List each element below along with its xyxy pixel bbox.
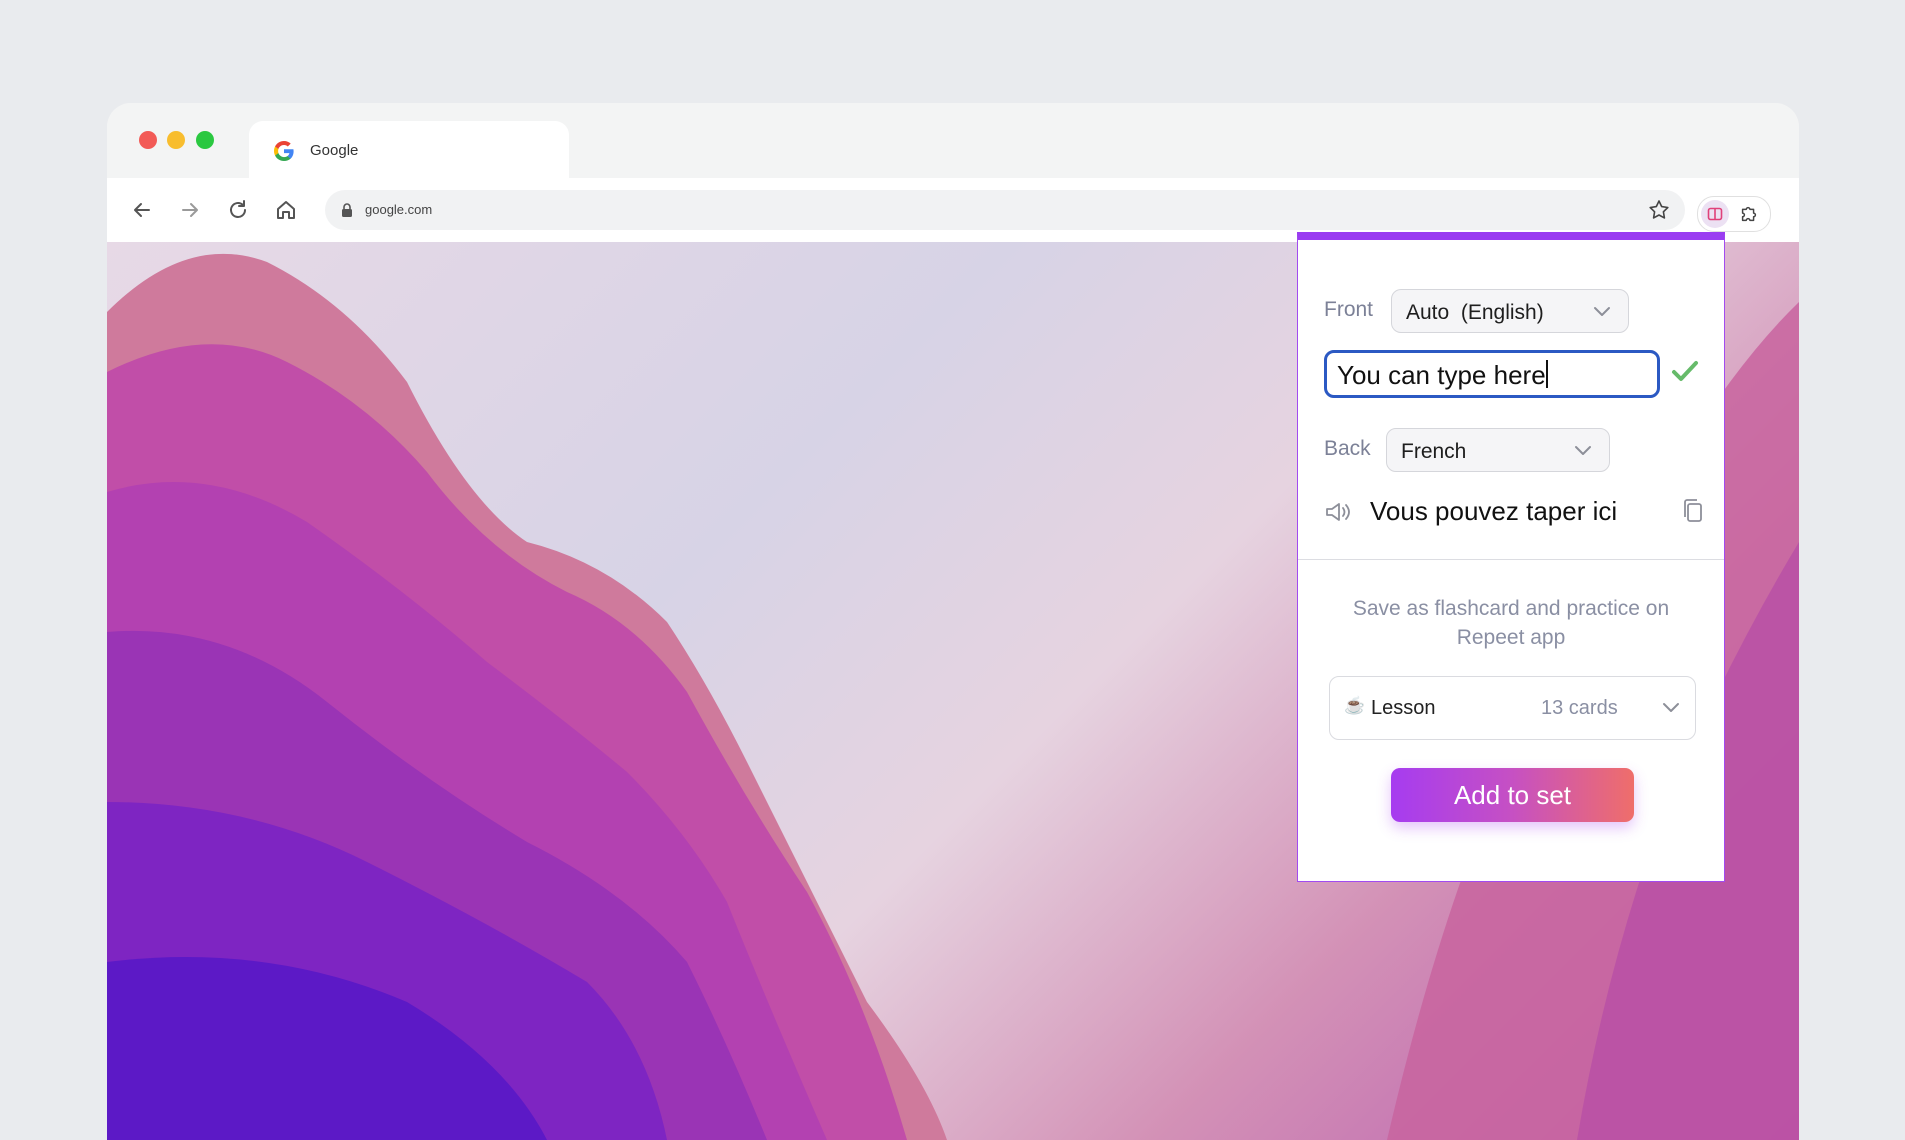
puzzle-icon[interactable] [1738,203,1760,225]
back-language-select[interactable]: French [1386,428,1610,472]
set-card-count: 13 cards [1541,697,1618,719]
google-icon [274,141,294,161]
tab-title: Google [310,142,359,159]
star-icon[interactable] [1647,198,1671,222]
minimize-window-button[interactable] [167,131,185,149]
front-text-input[interactable]: You can type here [1324,350,1660,398]
home-icon[interactable] [274,198,298,222]
speaker-icon[interactable] [1324,500,1352,524]
back-label: Back [1324,437,1371,460]
front-label: Front [1324,298,1374,321]
text-caret [1545,360,1548,388]
address-bar[interactable]: google.com [325,190,1685,230]
extensions-group [1697,196,1771,232]
translation-text: Vous pouvez taper ici [1370,496,1618,526]
add-to-set-button[interactable]: Add to set [1391,768,1634,822]
set-name: Lesson [1371,697,1436,719]
front-language-value: Auto (English) [1406,301,1544,324]
save-prompt-text: Save as flashcard and practice on Repeet… [1352,597,1670,649]
front-language-select[interactable]: Auto (English) [1391,289,1629,333]
back-language-value: French [1401,440,1467,463]
coffee-icon: ☕ [1344,696,1366,715]
repeet-extension-icon[interactable] [1701,200,1729,228]
checkmark-icon[interactable] [1670,356,1700,386]
url-text: google.com [365,202,433,217]
chevron-down-icon [1594,307,1610,316]
back-arrow-icon[interactable] [130,198,154,222]
front-text-value: You can type here [1337,360,1546,390]
title-bar: Google [107,103,1799,178]
copy-icon[interactable] [1682,498,1704,524]
repeet-popup: Front Auto (English) You can type here B… [1297,232,1725,882]
chevron-down-icon [1663,703,1679,712]
close-window-button[interactable] [139,131,157,149]
chevron-down-icon [1575,446,1591,455]
maximize-window-button[interactable] [196,131,214,149]
lock-icon [342,203,352,217]
browser-tab[interactable]: Google [249,121,569,178]
forward-arrow-icon[interactable] [178,198,202,222]
reload-icon[interactable] [226,198,250,222]
section-divider [1298,559,1724,560]
set-select[interactable]: ☕ Lesson 13 cards [1329,676,1696,740]
